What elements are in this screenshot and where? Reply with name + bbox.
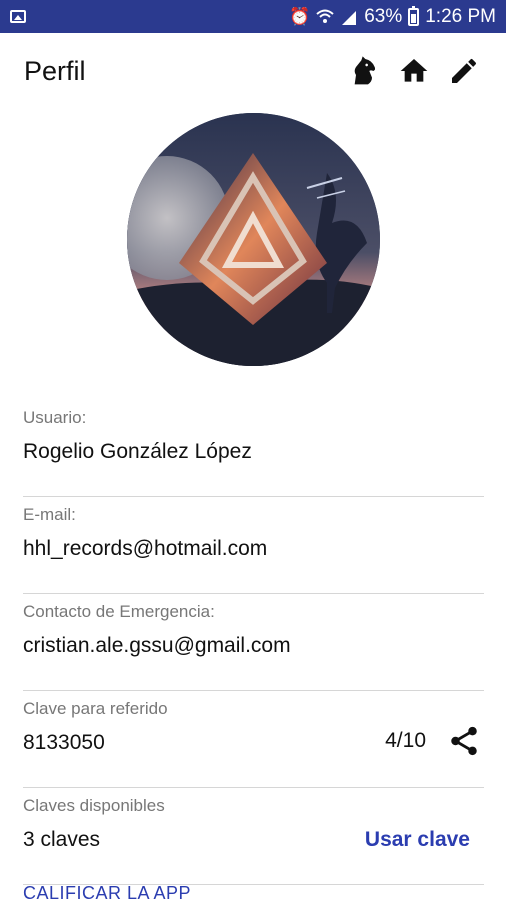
page-title: Perfil — [24, 55, 86, 86]
edit-button[interactable] — [446, 53, 482, 89]
user-value: Rogelio González López — [23, 440, 252, 463]
battery-percent: 63% — [364, 5, 403, 27]
referral-key-field: Clave para referido 8133050 4/10 — [23, 691, 484, 788]
emergency-contact-value: cristian.ale.gssu@gmail.com — [23, 634, 291, 657]
status-bar: ⏰ 63% 1:26 PM — [0, 0, 506, 33]
rate-app-link[interactable]: CALIFICAR LA APP — [23, 883, 191, 900]
email-value: hhl_records@hotmail.com — [23, 537, 268, 560]
available-keys-field: Claves disponibles 3 claves Usar clave — [23, 788, 484, 885]
avatar — [127, 113, 380, 366]
avatar-image — [127, 113, 380, 366]
emergency-contact-label: Contacto de Emergencia: — [23, 602, 215, 621]
image-icon — [10, 10, 26, 23]
signal-icon — [342, 10, 357, 25]
available-keys-value: 3 claves — [23, 828, 101, 851]
alarm-icon: ⏰ — [289, 7, 311, 26]
wifi-icon — [316, 9, 334, 23]
home-icon — [400, 59, 428, 82]
referral-key-value: 8133050 — [23, 731, 105, 754]
home-button[interactable] — [396, 53, 432, 89]
user-label: Usuario: — [23, 408, 87, 427]
battery-icon — [408, 5, 420, 26]
share-icon — [451, 726, 477, 756]
email-label: E-mail: — [23, 505, 76, 524]
profile-fields: Usuario: Rogelio González López E-mail: … — [23, 400, 484, 885]
referral-counter: 4/10 — [385, 729, 426, 752]
edit-icon — [452, 58, 477, 83]
referral-key-label: Clave para referido — [23, 699, 168, 718]
share-button[interactable] — [444, 721, 484, 761]
use-key-button[interactable]: Usar clave — [365, 828, 470, 852]
emergency-contact-field: Contacto de Emergencia: cristian.ale.gss… — [23, 594, 484, 691]
app-bar: Perfil — [0, 33, 506, 109]
email-field: E-mail: hhl_records@hotmail.com — [23, 497, 484, 594]
horse-button[interactable] — [346, 53, 382, 89]
status-time: 1:26 PM — [425, 5, 496, 27]
horse-icon — [354, 56, 376, 85]
user-field: Usuario: Rogelio González López — [23, 400, 484, 497]
available-keys-label: Claves disponibles — [23, 796, 165, 815]
